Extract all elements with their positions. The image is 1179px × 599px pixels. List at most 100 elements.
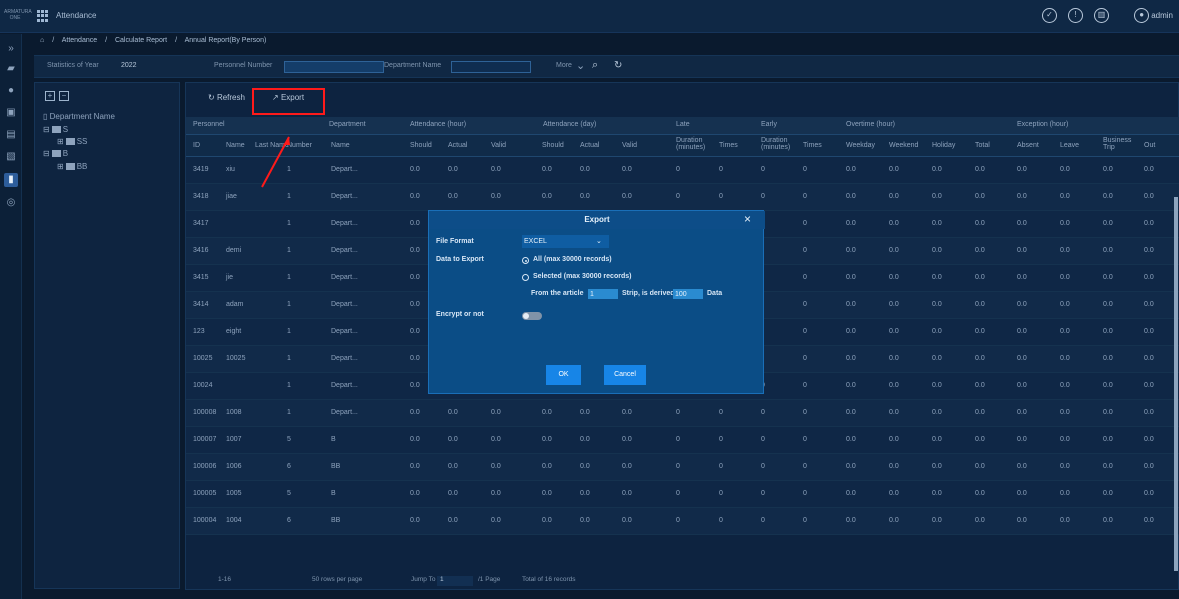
column-header[interactable]: Business Trip [1103,137,1137,151]
settings-icon[interactable]: ◎ [4,196,18,210]
table-row[interactable]: 100008 1008 1 Depart... 0.0 0.0 0.0 0.0 0.0 0.0 0 0… [186,400,1179,427]
tree-root[interactable]: ▯ Department Name [43,112,115,121]
tree-node-b[interactable]: ⊟ B [43,149,68,158]
table-cell: 0.0 [1103,220,1113,227]
all-option[interactable]: All (max 30000 records) [533,256,612,263]
expand-icon[interactable]: » [4,42,18,56]
tree-node-bb[interactable]: ⊞ BB [57,162,87,171]
breadcrumb-attendance[interactable]: Attendance [62,37,97,44]
from-input[interactable]: 1 [588,289,618,299]
breadcrumb-calculate-report[interactable]: Calculate Report [115,37,167,44]
page-input[interactable]: 1 [437,576,473,586]
table-cell: 100008 [193,409,217,416]
column-header[interactable]: Total [975,142,990,149]
table-cell: 0.0 [542,436,552,443]
strip-input[interactable]: 100 [673,289,703,299]
table-row[interactable]: 100004 1004 6 BB 0.0 0.0 0.0 0.0 0.0 0.0 0 0 0 0 0.0 0.… [186,508,1179,535]
table-cell: 0.0 [491,463,501,470]
column-header[interactable]: Name [331,142,350,149]
column-header[interactable]: ID [193,142,200,149]
more-filter[interactable]: More [556,62,572,69]
table-cell: 0.0 [975,517,985,524]
file-format-select[interactable]: EXCEL ⌄ [522,235,609,248]
table-cell: 0.0 [932,436,942,443]
report-icon[interactable]: ▣ [4,106,18,120]
table-cell: 100006 [193,463,217,470]
info-icon[interactable]: ● [4,84,18,98]
tree-node-s[interactable]: ⊟ S [43,125,68,134]
table-row[interactable]: 100007 1007 5 B 0.0 0.0 0.0 0.0 0.0 0.0 0 0 0 0 0.0 0.0… [186,427,1179,454]
column-header[interactable]: Should [542,142,564,149]
reset-icon[interactable]: ↻ [614,60,622,71]
table-cell: 0.0 [410,436,420,443]
table-cell: 0.0 [580,517,590,524]
column-header[interactable]: Valid [622,142,637,149]
table-cell: Depart... [331,301,358,308]
table-row[interactable]: 100006 1006 6 BB 0.0 0.0 0.0 0.0 0.0 0.0 0 0 0 0 0.0 0.… [186,454,1179,481]
list-icon[interactable]: ▧ [4,150,18,164]
column-header[interactable]: Leave [1060,142,1079,149]
column-header[interactable]: Valid [491,142,506,149]
home-icon[interactable]: ⌂ [40,37,44,44]
table-cell: 0 [676,490,680,497]
vertical-scrollbar[interactable] [1174,197,1178,571]
column-header[interactable]: Actual [580,142,599,149]
column-header[interactable]: Times [719,142,738,149]
dialog-title: Export [429,211,765,229]
column-header[interactable]: Weekday [846,142,875,149]
table-cell: 0 [803,220,807,227]
table-cell: 0.0 [622,463,632,470]
table-cell: 100005 [193,490,217,497]
search-icon[interactable]: ⌕ [592,59,598,72]
close-icon[interactable]: × [744,212,751,226]
refresh-button[interactable]: ↻ Refresh [208,93,245,102]
column-header[interactable]: Actual [448,142,467,149]
apps-grid-icon[interactable] [37,10,49,22]
column-header[interactable]: Absent [1017,142,1039,149]
table-row[interactable]: 3419 xiu 1 Depart... 0.0 0.0 0.0 0.0 0.0 0.0 0 0 0 0 0… [186,157,1179,184]
column-header[interactable]: Should [410,142,432,149]
document-icon[interactable]: ▮ [4,173,18,187]
expand-all-icon[interactable]: + [45,91,55,101]
table-cell: 0.0 [1060,328,1070,335]
building-icon[interactable]: ▥ [1094,8,1109,23]
group-header: Overtime (hour) [846,121,896,128]
user-menu[interactable]: ● admin [1134,8,1173,23]
calendar-icon[interactable]: ▤ [4,128,18,142]
tree-node-ss[interactable]: ⊞ SS [57,137,87,146]
ok-button[interactable]: OK [546,365,581,385]
table-cell: 0 [803,247,807,254]
folder-icon [51,126,61,134]
column-header[interactable]: Duration (minutes) [676,137,710,151]
column-header[interactable]: Holiday [932,142,955,149]
table-cell: 0.0 [1103,301,1113,308]
cancel-button[interactable]: Cancel [604,365,646,385]
column-header[interactable]: Times [803,142,822,149]
table-cell: 10025 [226,355,246,362]
department-name-label: Department Name [384,62,442,69]
selected-radio[interactable] [522,274,529,281]
year-value[interactable]: 2022 [121,62,137,69]
table-row[interactable]: 100005 1005 5 B 0.0 0.0 0.0 0.0 0.0 0.0 0 0 0 0 0.0 0.0… [186,481,1179,508]
column-header[interactable]: Duration (minutes) [761,137,795,151]
collapse-all-icon[interactable]: − [59,91,69,101]
table-cell: 0.0 [1017,355,1027,362]
table-cell: 0.0 [932,328,942,335]
table-cell: 0.0 [1144,382,1154,389]
column-header[interactable]: Name [226,142,245,149]
column-header[interactable]: Weekend [889,142,918,149]
selected-option[interactable]: Selected (max 30000 records) [533,273,631,280]
all-radio[interactable] [522,257,529,264]
table-cell: 0.0 [932,166,942,173]
breadcrumb: ⌂ / Attendance / Calculate Report / Annu… [40,37,272,44]
alert-icon[interactable]: ! [1068,8,1083,23]
device-icon[interactable]: ▰ [4,62,18,76]
department-name-input[interactable] [451,61,531,73]
personnel-number-input[interactable] [284,61,384,73]
verified-icon[interactable]: ✓ [1042,8,1057,23]
table-row[interactable]: 3418 jiae 1 Depart... 0.0 0.0 0.0 0.0 0.0 0.0 0 0 0 0… [186,184,1179,211]
encrypt-toggle[interactable] [522,312,542,320]
column-header[interactable]: Out [1144,142,1155,149]
rows-per-page-select[interactable]: 50 rows per page [312,576,362,583]
table-cell: 0 [761,436,765,443]
